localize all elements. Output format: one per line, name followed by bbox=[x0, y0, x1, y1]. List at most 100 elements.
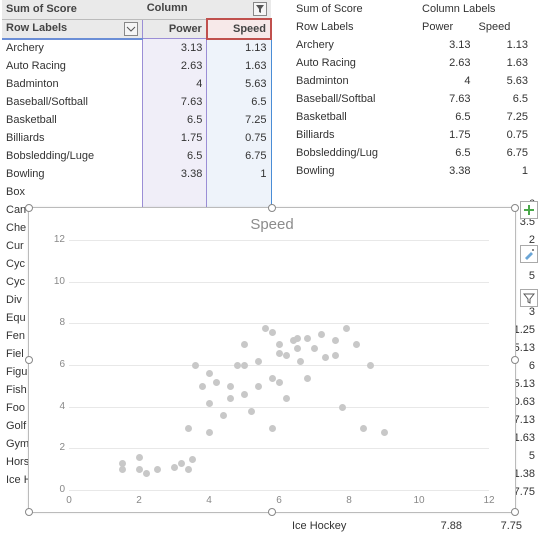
cell-value[interactable]: 3.38 bbox=[143, 165, 207, 183]
data-point[interactable] bbox=[339, 404, 346, 411]
data-point[interactable] bbox=[353, 341, 360, 348]
data-point[interactable] bbox=[171, 464, 178, 471]
data-point[interactable] bbox=[360, 425, 367, 432]
cell-value[interactable]: 6.5 bbox=[143, 111, 207, 129]
data-point[interactable] bbox=[206, 400, 213, 407]
data-point[interactable] bbox=[276, 341, 283, 348]
data-point[interactable] bbox=[199, 383, 206, 390]
data-point[interactable] bbox=[227, 383, 234, 390]
chart-elements-button[interactable] bbox=[520, 201, 538, 219]
data-point[interactable] bbox=[367, 362, 374, 369]
data-point[interactable] bbox=[343, 325, 350, 332]
data-point[interactable] bbox=[276, 379, 283, 386]
data-point[interactable] bbox=[322, 354, 329, 361]
cell-value[interactable]: 1.13 bbox=[207, 39, 271, 57]
cell-value[interactable] bbox=[143, 183, 207, 201]
data-point[interactable] bbox=[304, 375, 311, 382]
list-item[interactable]: Baseball/Softball bbox=[2, 93, 143, 111]
data-point[interactable] bbox=[136, 454, 143, 461]
cell-value[interactable]: 1 bbox=[207, 165, 271, 183]
cell-value[interactable]: 7.25 bbox=[207, 111, 271, 129]
resize-handle-icon[interactable] bbox=[25, 356, 33, 364]
data-point[interactable] bbox=[283, 395, 290, 402]
cell-value[interactable]: 6.75 bbox=[207, 147, 271, 165]
data-point[interactable] bbox=[178, 460, 185, 467]
list-item[interactable]: Archery bbox=[2, 39, 143, 57]
resize-handle-icon[interactable] bbox=[511, 204, 519, 212]
resize-handle-icon[interactable] bbox=[25, 204, 33, 212]
list-item[interactable]: Basketball bbox=[2, 111, 143, 129]
data-point[interactable] bbox=[269, 329, 276, 336]
x-axis-tick: 10 bbox=[409, 495, 429, 506]
cell-value[interactable]: 0.75 bbox=[207, 129, 271, 147]
resize-handle-icon[interactable] bbox=[25, 508, 33, 516]
column-speed-header-selected[interactable]: Speed bbox=[207, 19, 271, 39]
data-point[interactable] bbox=[241, 362, 248, 369]
data-point[interactable] bbox=[276, 350, 283, 357]
chart-object[interactable]: Speed 024681012024681012 bbox=[28, 207, 516, 513]
data-point[interactable] bbox=[294, 335, 301, 342]
chevron-down-icon[interactable] bbox=[124, 22, 138, 36]
data-point[interactable] bbox=[220, 412, 227, 419]
list-item[interactable]: Badminton bbox=[2, 75, 143, 93]
resize-handle-icon[interactable] bbox=[268, 508, 276, 516]
data-point[interactable] bbox=[241, 341, 248, 348]
cell-value[interactable]: 6.5 bbox=[143, 147, 207, 165]
chart-plot-area[interactable]: 024681012024681012 bbox=[69, 240, 489, 490]
data-point[interactable] bbox=[269, 375, 276, 382]
resize-handle-icon[interactable] bbox=[511, 508, 519, 516]
cell-value[interactable]: 6.5 bbox=[207, 93, 271, 111]
data-point[interactable] bbox=[206, 370, 213, 377]
cell-value[interactable]: 2.63 bbox=[143, 57, 207, 75]
data-point[interactable] bbox=[136, 466, 143, 473]
data-point[interactable] bbox=[119, 466, 126, 473]
chart-filter-button[interactable] bbox=[520, 289, 538, 307]
data-point[interactable] bbox=[318, 331, 325, 338]
data-point[interactable] bbox=[332, 352, 339, 359]
cell-value[interactable]: 4 bbox=[143, 75, 207, 93]
data-point[interactable] bbox=[227, 395, 234, 402]
data-point[interactable] bbox=[381, 429, 388, 436]
data-point[interactable] bbox=[213, 379, 220, 386]
data-point[interactable] bbox=[332, 337, 339, 344]
resize-handle-icon[interactable] bbox=[268, 204, 276, 212]
data-point[interactable] bbox=[241, 391, 248, 398]
cell-value[interactable]: 1.75 bbox=[143, 129, 207, 147]
cell-value[interactable]: 5.63 bbox=[207, 75, 271, 93]
list-item: Auto Racing bbox=[292, 54, 418, 72]
cell-value[interactable] bbox=[207, 183, 271, 201]
filter-icon[interactable] bbox=[253, 2, 267, 16]
list-item[interactable]: Bowling bbox=[2, 165, 143, 183]
list-item[interactable]: Billiards bbox=[2, 129, 143, 147]
data-point[interactable] bbox=[189, 456, 196, 463]
data-point[interactable] bbox=[304, 335, 311, 342]
list-item[interactable]: Box bbox=[2, 183, 143, 201]
row-header-cell[interactable]: Row Labels bbox=[2, 19, 143, 39]
data-point[interactable] bbox=[143, 470, 150, 477]
cell-value[interactable]: 1.63 bbox=[207, 57, 271, 75]
data-point[interactable] bbox=[297, 358, 304, 365]
data-point[interactable] bbox=[269, 425, 276, 432]
list-item[interactable]: Bobsledding/Luge bbox=[2, 147, 143, 165]
column-power-header[interactable]: Power bbox=[143, 19, 207, 39]
cell-value[interactable]: 3.13 bbox=[143, 39, 207, 57]
data-point[interactable] bbox=[255, 358, 262, 365]
cell-value[interactable]: 7.63 bbox=[143, 93, 207, 111]
data-point[interactable] bbox=[262, 325, 269, 332]
chart-title[interactable]: Speed bbox=[29, 216, 515, 233]
data-point[interactable] bbox=[119, 460, 126, 467]
data-point[interactable] bbox=[234, 362, 241, 369]
data-point[interactable] bbox=[206, 429, 213, 436]
data-point[interactable] bbox=[294, 345, 301, 352]
data-point[interactable] bbox=[255, 383, 262, 390]
data-point[interactable] bbox=[154, 466, 161, 473]
data-point[interactable] bbox=[192, 362, 199, 369]
data-point[interactable] bbox=[185, 466, 192, 473]
chart-styles-button[interactable] bbox=[520, 245, 538, 263]
list-item[interactable]: Auto Racing bbox=[2, 57, 143, 75]
data-point[interactable] bbox=[185, 425, 192, 432]
data-point[interactable] bbox=[248, 408, 255, 415]
data-point[interactable] bbox=[311, 345, 318, 352]
data-point[interactable] bbox=[283, 352, 290, 359]
resize-handle-icon[interactable] bbox=[511, 356, 519, 364]
